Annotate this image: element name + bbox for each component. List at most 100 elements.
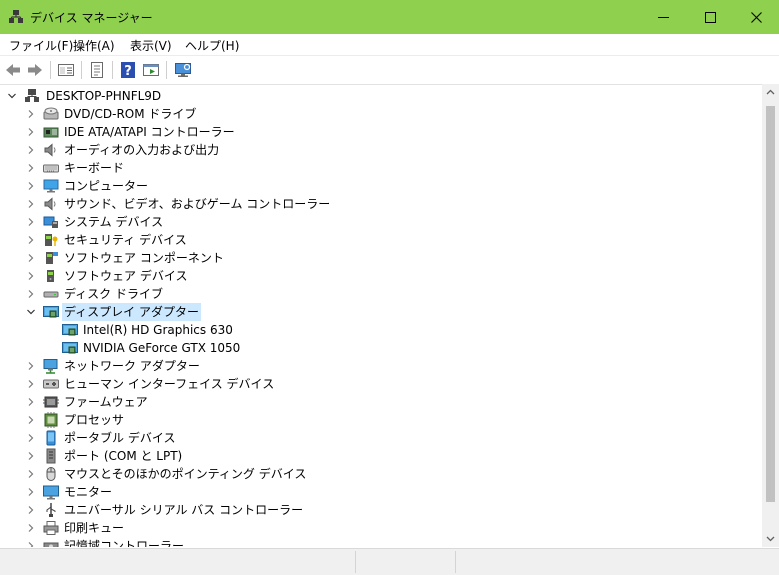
scrollbar-thumb[interactable]	[766, 106, 775, 502]
tree-child-item[interactable]: NVIDIA GeForce GTX 1050	[0, 339, 420, 357]
expand-toggle[interactable]	[25, 252, 37, 264]
expand-toggle[interactable]	[25, 378, 37, 390]
tree-root[interactable]: DESKTOP-PHNFL9D	[0, 87, 300, 105]
menu-view[interactable]: 表示(V)	[130, 37, 172, 54]
tree-item[interactable]: セキュリティ デバイス	[0, 231, 420, 249]
tree-item-label: ユニバーサル シリアル バス コントローラー	[64, 503, 304, 517]
mouse-icon	[46, 467, 56, 481]
tree-item[interactable]: ポート (COM と LPT)	[0, 447, 420, 465]
hid-icon	[43, 379, 59, 389]
tree-item[interactable]: ディスク ドライブ	[0, 285, 420, 303]
tree-item[interactable]: ヒューマン インターフェイス デバイス	[0, 375, 420, 393]
expand-toggle[interactable]	[25, 360, 37, 372]
svg-text:?: ?	[124, 64, 132, 79]
tree-item[interactable]: 印刷キュー	[0, 519, 420, 537]
expand-toggle[interactable]	[25, 432, 37, 444]
menu-file[interactable]: ファイル(F)	[9, 37, 73, 54]
firmware-icon	[43, 396, 59, 408]
expand-toggle[interactable]	[25, 234, 37, 246]
tree-item[interactable]: キーボード	[0, 159, 420, 177]
vertical-scrollbar[interactable]	[762, 84, 779, 547]
help-icon[interactable]: ?	[119, 61, 137, 79]
tree-item-label: モニター	[64, 485, 113, 499]
tree-item-label: マウスとそのほかのポインティング デバイス	[64, 467, 307, 481]
chevron-right-icon	[28, 146, 34, 154]
close-button[interactable]	[733, 0, 779, 34]
tree-item[interactable]: モニター	[0, 483, 420, 501]
expand-toggle[interactable]	[25, 216, 37, 228]
tree-item[interactable]: ソフトウェア デバイス	[0, 267, 420, 285]
minimize-button[interactable]	[640, 0, 686, 34]
forward-icon[interactable]	[26, 61, 44, 79]
tree-item[interactable]: ディスプレイ アダプター	[0, 303, 420, 321]
expand-toggle[interactable]	[25, 162, 37, 174]
expand-toggle[interactable]	[25, 504, 37, 516]
tree-item[interactable]: サウンド、ビデオ、およびゲーム コントローラー	[0, 195, 420, 213]
tree-item[interactable]: ネットワーク アダプター	[0, 357, 420, 375]
expand-toggle[interactable]	[25, 486, 37, 498]
chevron-right-icon	[28, 236, 34, 244]
tree-item[interactable]: IDE ATA/ATAPI コントローラー	[0, 123, 420, 141]
menu-help[interactable]: ヘルプ(H)	[185, 37, 239, 54]
chevron-right-icon	[28, 506, 34, 514]
expand-toggle[interactable]	[25, 540, 37, 547]
tree-item[interactable]: 記憶域コントローラー	[0, 537, 420, 547]
ide-controller-icon	[43, 127, 59, 138]
title-bar[interactable]: デバイス マネージャー	[0, 0, 779, 34]
show-hidden-icon[interactable]	[57, 61, 75, 79]
tree-item[interactable]: ソフトウェア コンポーネント	[0, 249, 420, 267]
expand-toggle[interactable]	[25, 144, 37, 156]
tree-item-label: ネットワーク アダプター	[64, 359, 200, 373]
tree-item[interactable]: マウスとそのほかのポインティング デバイス	[0, 465, 420, 483]
tree-item[interactable]: DVD/CD-ROM ドライブ	[0, 105, 420, 123]
expand-toggle[interactable]	[25, 396, 37, 408]
action-icon[interactable]	[142, 61, 160, 79]
tree-child-item[interactable]: Intel(R) HD Graphics 630	[0, 321, 420, 339]
computer-icon	[43, 179, 59, 193]
maximize-button[interactable]	[687, 0, 733, 34]
expand-toggle[interactable]	[25, 306, 37, 318]
close-icon	[750, 11, 762, 23]
device-tree[interactable]: DESKTOP-PHNFL9D DVD/CD-ROM ドライブ IDE ATA/A…	[0, 84, 762, 547]
tree-item[interactable]: システム デバイス	[0, 213, 420, 231]
processor-icon	[44, 412, 58, 428]
properties-icon[interactable]	[88, 61, 106, 79]
tree-item[interactable]: ユニバーサル シリアル バス コントローラー	[0, 501, 420, 519]
tree-item-label: コンピューター	[64, 179, 149, 193]
tree-item-label: ソフトウェア コンポーネント	[64, 251, 224, 265]
tree-item[interactable]: ポータブル デバイス	[0, 429, 420, 447]
window-title: デバイス マネージャー	[30, 11, 153, 25]
expand-toggle[interactable]	[25, 288, 37, 300]
menu-action[interactable]: 操作(A)	[73, 37, 115, 54]
scroll-down-button[interactable]	[762, 530, 779, 547]
monitor-icon	[43, 485, 59, 500]
chevron-right-icon	[28, 362, 34, 370]
expand-toggle[interactable]	[25, 108, 37, 120]
tree-item-label: ディスク ドライブ	[64, 287, 163, 301]
dvd-drive-icon	[43, 107, 59, 120]
tree-item-label: サウンド、ビデオ、およびゲーム コントローラー	[64, 197, 331, 211]
menu-bar: ファイル(F) 操作(A) 表示(V) ヘルプ(H)	[0, 34, 779, 54]
collapse-icon[interactable]	[6, 90, 18, 102]
chevron-right-icon	[28, 182, 34, 190]
tree-item[interactable]: コンピューター	[0, 177, 420, 195]
expand-toggle[interactable]	[25, 450, 37, 462]
tree-item-label: 記憶域コントローラー	[64, 539, 185, 547]
storage-controller-icon	[43, 542, 59, 547]
expand-toggle[interactable]	[25, 126, 37, 138]
expand-toggle[interactable]	[25, 198, 37, 210]
expand-toggle[interactable]	[25, 468, 37, 480]
tree-child-label: NVIDIA GeForce GTX 1050	[83, 341, 241, 355]
expand-toggle[interactable]	[25, 180, 37, 192]
status-cell-2	[356, 551, 456, 573]
tree-item[interactable]: ファームウェア	[0, 393, 420, 411]
expand-toggle[interactable]	[25, 522, 37, 534]
scroll-up-button[interactable]	[762, 84, 779, 101]
tree-item[interactable]: オーディオの入力および出力	[0, 141, 420, 159]
tree-item[interactable]: プロセッサ	[0, 411, 420, 429]
scan-hardware-icon[interactable]	[174, 61, 192, 79]
expand-toggle[interactable]	[25, 270, 37, 282]
expand-toggle[interactable]	[25, 414, 37, 426]
tree-item-label: ヒューマン インターフェイス デバイス	[64, 377, 275, 391]
back-icon[interactable]	[4, 61, 22, 79]
